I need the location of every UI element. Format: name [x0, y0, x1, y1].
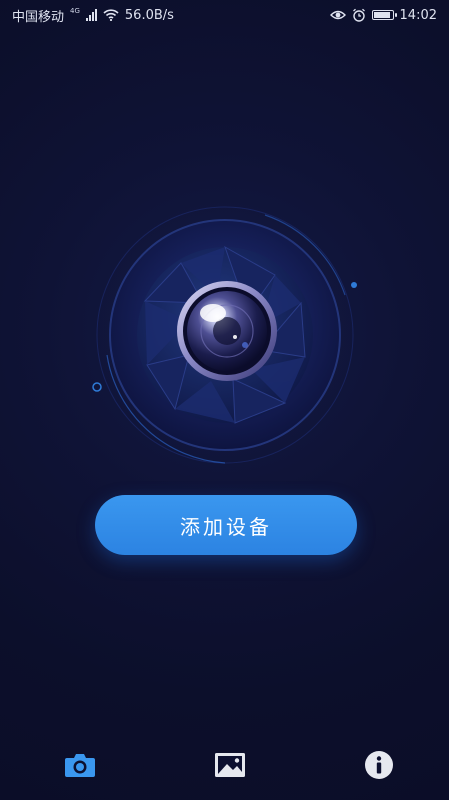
status-right: 14:02: [329, 7, 437, 23]
app-screen: 中国移动 4G 56.0B/s 14:02 添加设备: [0, 0, 449, 800]
camera-icon: [65, 754, 95, 777]
image-icon: [214, 753, 245, 777]
info-icon: [365, 751, 393, 779]
status-bar: 中国移动 4G 56.0B/s 14:02: [0, 0, 449, 30]
battery-icon: [371, 10, 397, 20]
alarm-icon: [352, 8, 366, 22]
nav-camera[interactable]: [62, 747, 98, 783]
network-speed: 56.0B/s: [124, 7, 174, 23]
carrier-name: 中国移动: [12, 9, 65, 25]
nav-info[interactable]: [361, 747, 397, 783]
status-left: 中国移动 4G 56.0B/s: [12, 6, 174, 25]
aperture-lens-icon: [92, 206, 357, 464]
bottom-nav: [0, 740, 449, 790]
battery-level-fill: [373, 12, 390, 18]
camera-illustration: [85, 185, 365, 485]
signal-icon: [85, 9, 97, 21]
wifi-icon: [103, 9, 119, 21]
network-type-badge: 4G: [70, 6, 80, 15]
add-device-button[interactable]: 添加设备: [95, 495, 357, 555]
clock-time: 14:02: [399, 7, 437, 23]
eye-icon: [329, 9, 346, 21]
nav-gallery[interactable]: [212, 747, 248, 783]
